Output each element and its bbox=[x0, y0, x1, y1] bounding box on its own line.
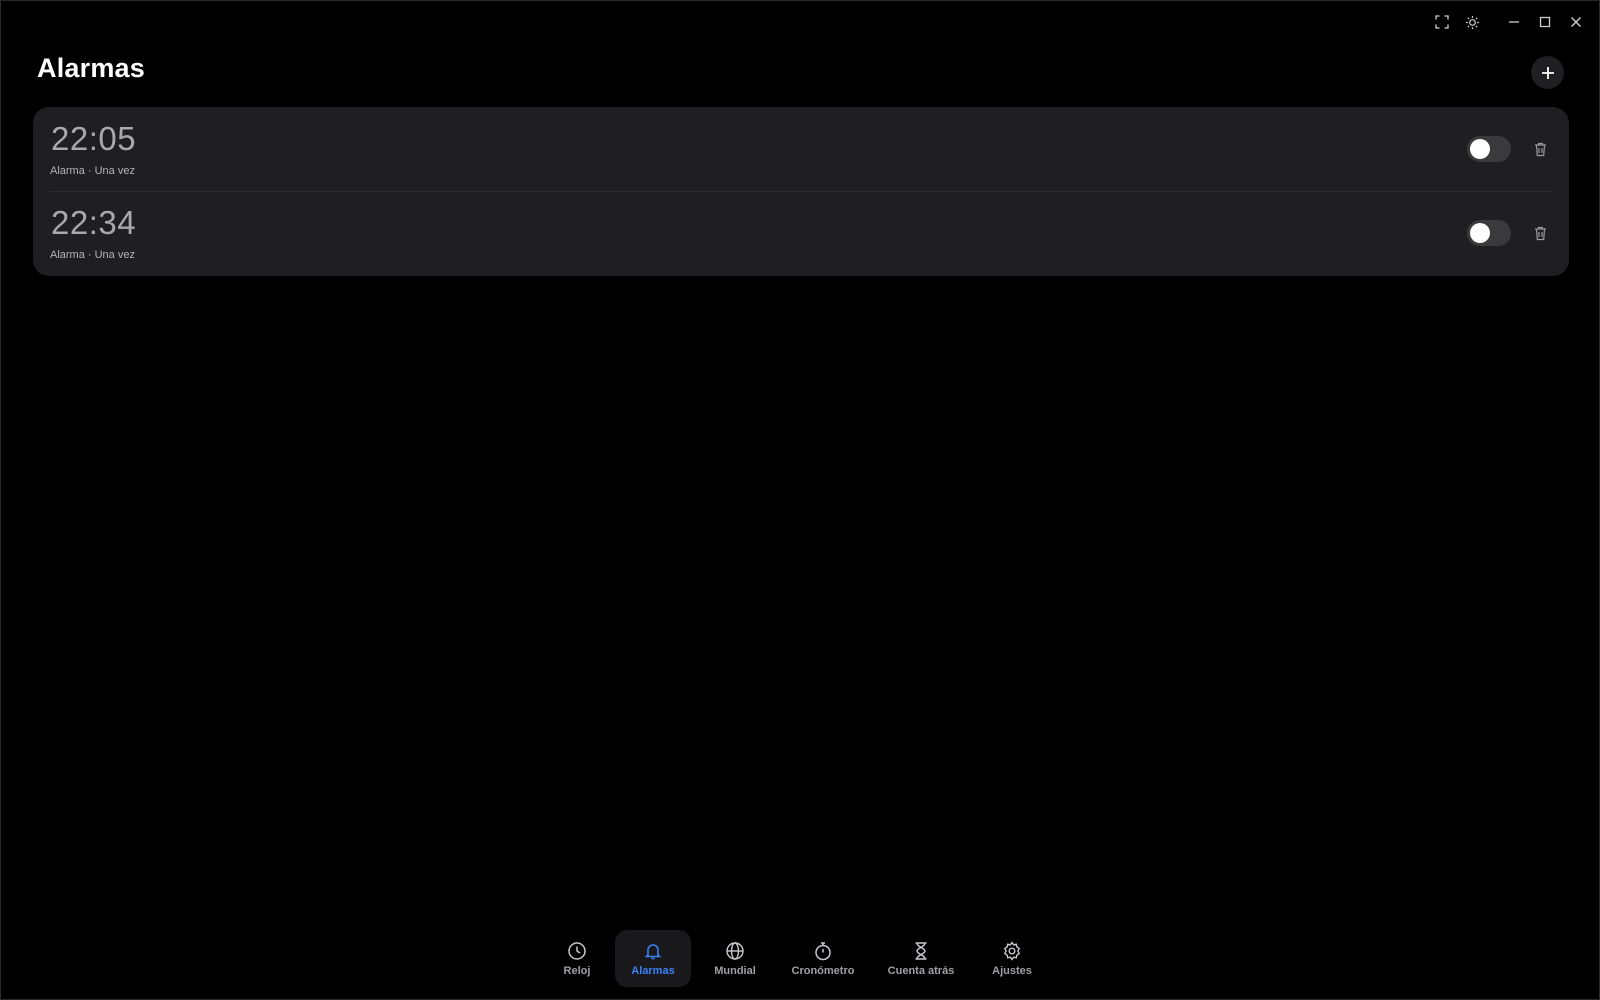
alarm-subtitle: Alarma · Una vez bbox=[50, 249, 135, 261]
globe-icon bbox=[726, 942, 744, 960]
nav-label: Mundial bbox=[714, 965, 756, 977]
alarm-item[interactable]: 22:34 Alarma · Una vez bbox=[33, 191, 1569, 275]
toggle-knob bbox=[1470, 223, 1490, 243]
nav-label: Cronómetro bbox=[791, 965, 855, 977]
clock-icon bbox=[568, 942, 586, 960]
maximize-icon bbox=[1539, 16, 1550, 28]
nav-item-ajustes[interactable]: Ajustes bbox=[975, 930, 1049, 987]
bell-icon bbox=[644, 944, 662, 960]
bottom-navigation: Reloj Alarmas Mundial Cronómetro Cuenta … bbox=[545, 930, 1049, 987]
nav-item-alarmas[interactable]: Alarmas bbox=[615, 930, 691, 987]
maximize-button[interactable] bbox=[1529, 9, 1560, 35]
brightness-icon bbox=[1465, 15, 1480, 29]
hourglass-icon bbox=[915, 942, 927, 960]
brightness-button[interactable] bbox=[1457, 9, 1488, 35]
nav-label: Ajustes bbox=[992, 965, 1032, 977]
alarm-time: 22:05 bbox=[51, 120, 137, 157]
plus-icon bbox=[1541, 66, 1554, 79]
toggle-knob bbox=[1470, 139, 1490, 159]
close-icon bbox=[1570, 17, 1581, 27]
nav-item-mundial[interactable]: Mundial bbox=[697, 930, 773, 987]
nav-label: Alarmas bbox=[631, 965, 675, 977]
alarm-item[interactable]: 22:05 Alarma · Una vez bbox=[33, 107, 1569, 191]
alarm-subtitle: Alarma · Una vez bbox=[50, 165, 135, 177]
nav-item-cuenta-atras[interactable]: Cuenta atrás bbox=[873, 930, 969, 987]
alarm-toggle[interactable] bbox=[1467, 220, 1511, 246]
stopwatch-icon bbox=[815, 942, 831, 961]
gear-icon bbox=[1003, 941, 1021, 961]
trash-icon bbox=[1534, 226, 1546, 240]
add-alarm-button[interactable] bbox=[1531, 56, 1564, 89]
page-title: Alarmas bbox=[37, 53, 145, 83]
app-window: Alarmas 22:05 Alarma · Una vez 22:34 Ala… bbox=[0, 0, 1600, 1000]
trash-icon bbox=[1534, 142, 1546, 156]
fullscreen-icon bbox=[1434, 15, 1449, 29]
window-controls bbox=[1426, 9, 1591, 35]
close-button[interactable] bbox=[1560, 9, 1591, 35]
alarm-time: 22:34 bbox=[51, 204, 137, 241]
nav-item-cronometro[interactable]: Cronómetro bbox=[779, 930, 867, 987]
fullscreen-button[interactable] bbox=[1426, 9, 1457, 35]
nav-item-reloj[interactable]: Reloj bbox=[545, 930, 609, 987]
nav-label: Cuenta atrás bbox=[887, 965, 955, 977]
delete-alarm-button[interactable] bbox=[1529, 138, 1551, 160]
nav-label: Reloj bbox=[563, 965, 591, 977]
minimize-button[interactable] bbox=[1498, 9, 1529, 35]
alarm-toggle[interactable] bbox=[1467, 136, 1511, 162]
minimize-icon bbox=[1508, 21, 1519, 23]
alarm-list: 22:05 Alarma · Una vez 22:34 Alarma · Un… bbox=[33, 107, 1569, 276]
delete-alarm-button[interactable] bbox=[1529, 222, 1551, 244]
